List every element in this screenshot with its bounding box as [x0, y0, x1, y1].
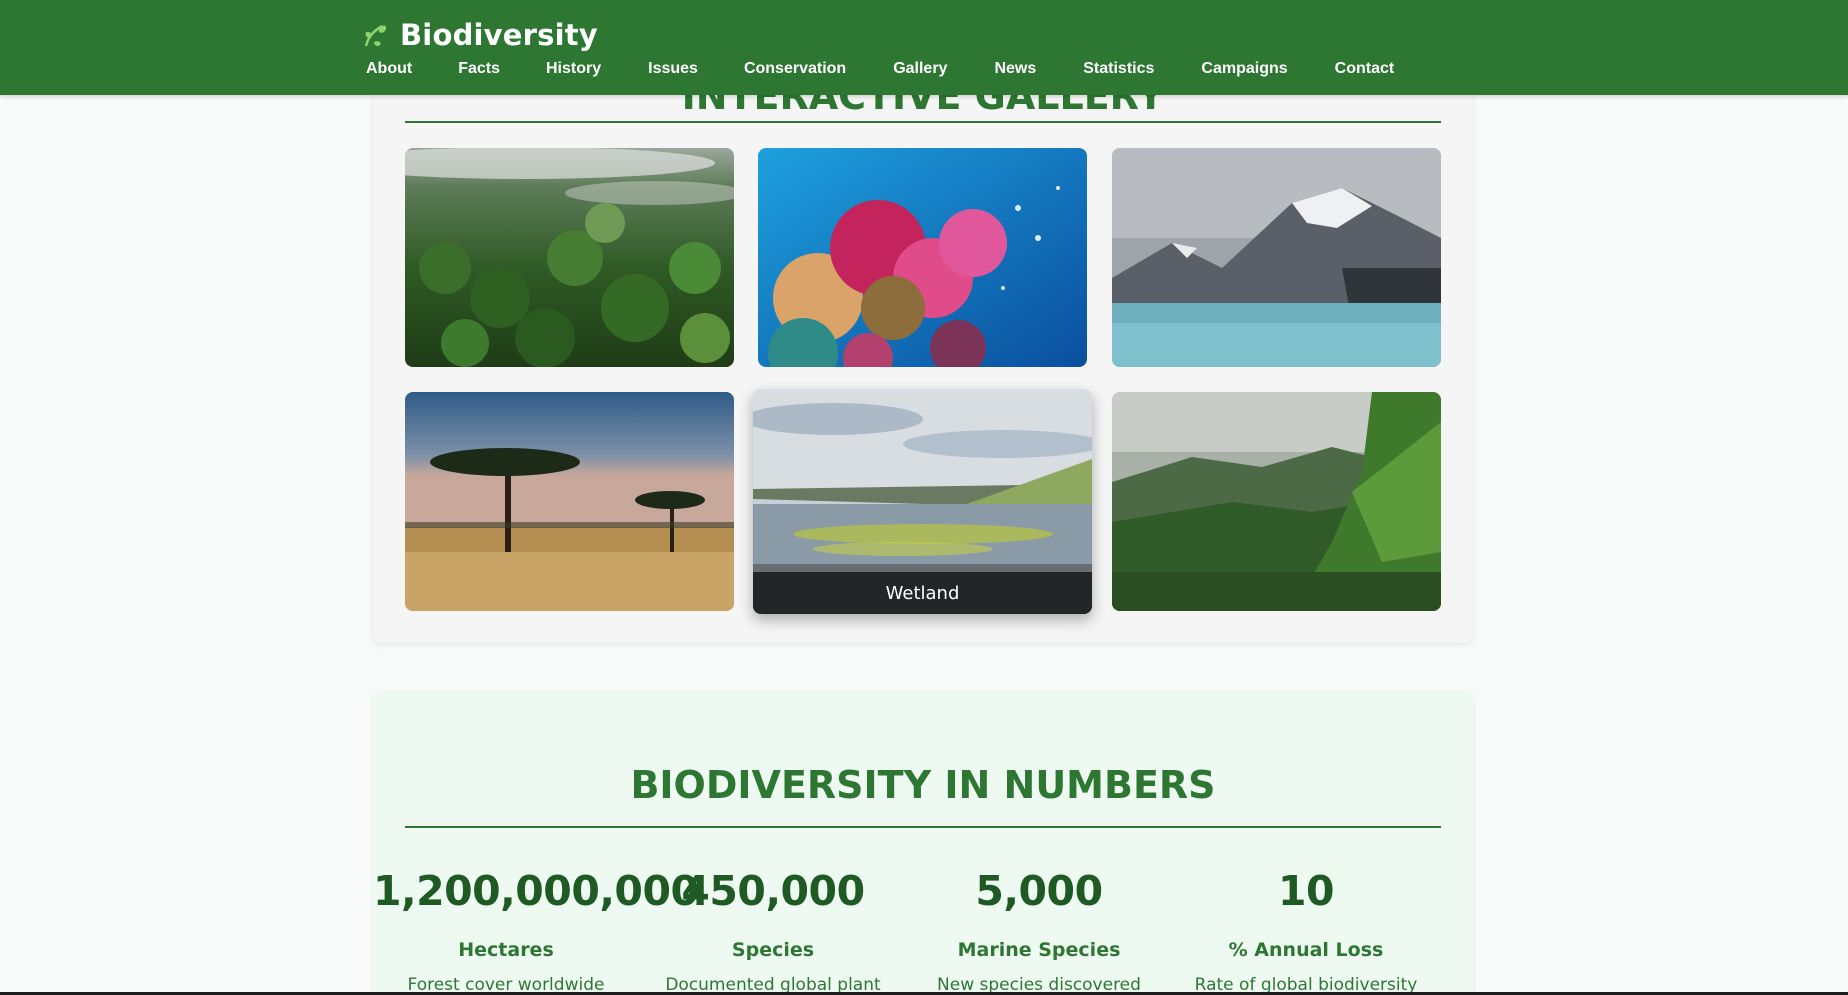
gallery-tile-glacier-lake[interactable] [1112, 148, 1441, 367]
site-header: Biodiversity About Facts History Issues … [0, 0, 1848, 95]
nav-history[interactable]: History [546, 60, 601, 78]
stat-value: 10 [1277, 867, 1335, 915]
stat-label: Marine Species [957, 939, 1121, 961]
stat-species: 450,000 Species Documented global plant [640, 867, 906, 995]
stat-hectares: 1,200,000,000 Hectares Forest cover worl… [373, 867, 699, 995]
numbers-divider [405, 826, 1441, 828]
glacier-lake-image [1112, 148, 1441, 367]
wetland-caption: Wetland [753, 572, 1092, 614]
main-nav: About Facts History Issues Conservation … [366, 60, 1394, 78]
gallery-tile-mountain-valley[interactable] [1112, 392, 1441, 611]
numbers-section: BIODIVERSITY IN NUMBERS 1,200,000,000 He… [373, 691, 1473, 995]
gallery-tile-wetland[interactable]: Wetland [753, 389, 1092, 614]
stat-label: Species [731, 939, 815, 961]
stat-annual-loss: 10 % Annual Loss Rate of global biodiver… [1173, 867, 1439, 995]
nav-news[interactable]: News [994, 60, 1036, 78]
savanna-image [405, 392, 734, 611]
stat-label: % Annual Loss [1228, 939, 1384, 961]
gallery-divider [405, 121, 1441, 123]
stat-value: 1,200,000,000 [373, 867, 699, 915]
stat-value: 5,000 [975, 867, 1103, 915]
nav-contact[interactable]: Contact [1335, 60, 1395, 78]
leaf-icon [364, 24, 387, 47]
stat-label: Hectares [458, 939, 554, 961]
nav-campaigns[interactable]: Campaigns [1201, 60, 1287, 78]
nav-gallery[interactable]: Gallery [893, 60, 947, 78]
rainforest-image [405, 148, 734, 367]
brand[interactable]: Biodiversity [360, 18, 598, 52]
nav-conservation[interactable]: Conservation [744, 60, 846, 78]
nav-issues[interactable]: Issues [648, 60, 698, 78]
nav-facts[interactable]: Facts [458, 60, 500, 78]
nav-statistics[interactable]: Statistics [1083, 60, 1154, 78]
coral-reef-image [758, 148, 1087, 367]
stat-marine-species: 5,000 Marine Species New species discove… [906, 867, 1172, 995]
gallery-tile-rainforest[interactable] [405, 148, 734, 367]
gallery-section: INTERACTIVE GALLERY Wetland [373, 40, 1473, 643]
gallery-tile-coral-reef[interactable] [758, 148, 1087, 367]
nav-about[interactable]: About [366, 60, 412, 78]
numbers-heading: BIODIVERSITY IN NUMBERS [630, 763, 1216, 807]
brand-title: Biodiversity [400, 18, 598, 52]
gallery-tile-savanna[interactable] [405, 392, 734, 611]
mountain-valley-image [1112, 392, 1441, 611]
stat-value: 450,000 [681, 867, 865, 915]
